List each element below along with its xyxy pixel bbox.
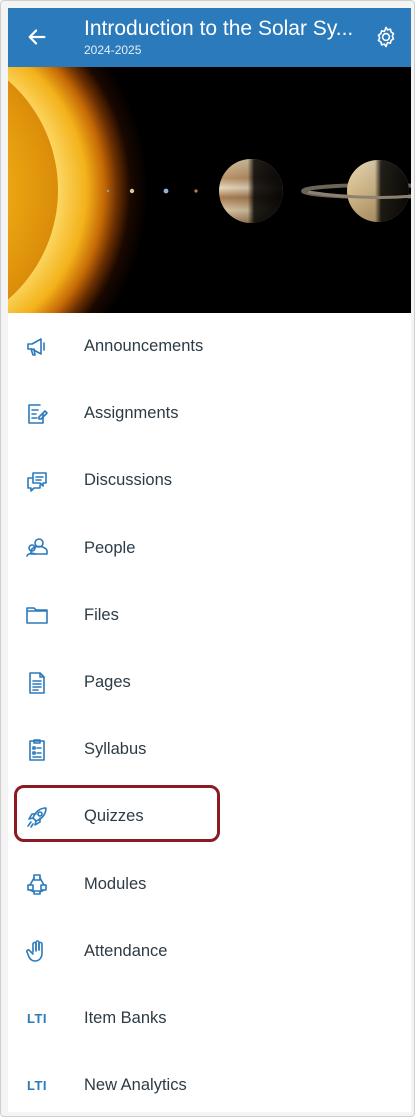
- menu-item-label: Files: [84, 605, 119, 624]
- modules-icon: [24, 871, 50, 897]
- menu-item-label: Syllabus: [84, 740, 147, 759]
- menu-item-syllabus[interactable]: Syllabus: [8, 716, 411, 783]
- lti-icon-text: LTI: [26, 1078, 48, 1094]
- discussion-icon: [24, 468, 50, 494]
- people-icon: [24, 535, 50, 561]
- menu-item-label: New Analytics: [84, 1076, 187, 1095]
- menu-item-label: Pages: [84, 673, 131, 692]
- menu-item-files[interactable]: Files: [8, 582, 411, 649]
- menu-item-label: Discussions: [84, 471, 173, 490]
- app-screen: Introduction to the Solar Sy... 2024-202…: [8, 8, 411, 1112]
- menu-item-label: Attendance: [84, 941, 168, 960]
- app-bar: Introduction to the Solar Sy... 2024-202…: [8, 8, 411, 67]
- folder-icon: [24, 602, 50, 628]
- lti-icon: LTI: [24, 1073, 50, 1099]
- menu-item-announcements[interactable]: Announcements: [8, 313, 411, 380]
- menu-item-label: Assignments: [84, 404, 179, 423]
- hand-icon: [24, 938, 50, 964]
- megaphone-icon: [24, 334, 50, 360]
- lti-icon-text: LTI: [26, 1010, 48, 1026]
- menu-item-modules[interactable]: Modules: [8, 851, 411, 918]
- menu-item-item-banks[interactable]: LTI Item Banks: [8, 985, 411, 1052]
- assignment-icon: [24, 401, 50, 427]
- course-title: Introduction to the Solar Sy...: [84, 17, 354, 40]
- rocket-icon: [24, 804, 50, 830]
- back-button[interactable]: [22, 22, 52, 52]
- solar-system-image: [8, 67, 411, 313]
- arrow-left-icon: [28, 29, 46, 45]
- menu-item-label: Item Banks: [84, 1008, 167, 1027]
- course-image: [8, 67, 411, 313]
- menu-item-quizzes[interactable]: Quizzes: [8, 783, 411, 850]
- device-frame: Introduction to the Solar Sy... 2024-202…: [0, 0, 415, 1117]
- course-term: 2024-2025: [84, 43, 142, 57]
- page-icon: [24, 670, 50, 696]
- menu-item-people[interactable]: People: [8, 515, 411, 582]
- menu-item-label: Announcements: [84, 337, 204, 356]
- settings-button[interactable]: [373, 24, 399, 50]
- menu-item-attendance[interactable]: Attendance: [8, 918, 411, 985]
- menu-item-label: Quizzes: [84, 807, 144, 826]
- lti-icon: LTI: [24, 1005, 50, 1031]
- menu-item-label: People: [84, 538, 136, 557]
- course-menu: Announcements Assignments Discussions Pe…: [8, 313, 411, 1112]
- menu-item-pages[interactable]: Pages: [8, 649, 411, 716]
- menu-item-discussions[interactable]: Discussions: [8, 447, 411, 514]
- menu-item-assignments[interactable]: Assignments: [8, 380, 411, 447]
- course-header: Introduction to the Solar Sy... 2024-202…: [84, 17, 354, 58]
- menu-item-new-analytics[interactable]: LTI New Analytics: [8, 1052, 411, 1112]
- gear-icon: [377, 26, 395, 48]
- syllabus-icon: [24, 737, 50, 763]
- menu-item-label: Modules: [84, 874, 147, 893]
